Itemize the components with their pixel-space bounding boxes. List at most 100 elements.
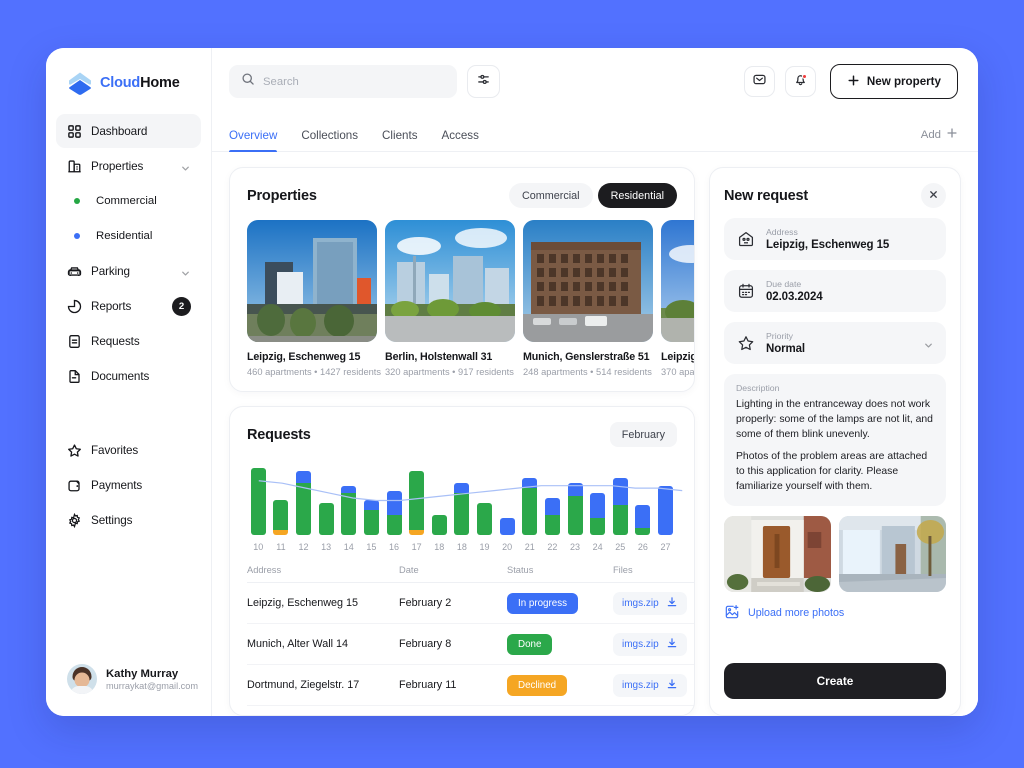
sidebar-item-parking[interactable]: Parking <box>56 254 201 288</box>
sidebar-item-favorites[interactable]: Favorites <box>56 433 201 467</box>
priority-text: Priority Normal <box>766 331 805 355</box>
wallet-icon <box>66 477 82 493</box>
image-plus-icon <box>724 604 740 623</box>
priority-field[interactable]: Priority Normal <box>724 322 946 364</box>
chart-bar <box>432 515 447 535</box>
chart-bar-column <box>315 461 338 535</box>
chart-bar-segment-blue <box>568 483 583 495</box>
tab-clients[interactable]: Clients <box>382 129 417 151</box>
field-label: Due date <box>766 279 823 289</box>
description-field[interactable]: Description Lighting in the entranceway … <box>724 374 946 506</box>
property-card[interactable]: Munich, Genslerstraße 51 248 apartments … <box>523 220 653 377</box>
sidebar-item-properties[interactable]: Properties <box>56 149 201 183</box>
file-download-chip[interactable]: imgs.zip <box>613 674 687 697</box>
property-card[interactable]: Leipzig, Eschenweg 15 460 apartments • 1… <box>247 220 377 377</box>
chart-bar <box>522 478 537 535</box>
chart-x-label: 15 <box>360 542 383 552</box>
chart-bar-segment-green <box>251 468 266 535</box>
file-name: imgs.zip <box>622 598 659 609</box>
cell-status: In progress <box>507 593 613 614</box>
close-button[interactable] <box>921 183 946 208</box>
property-type-toggle: Commercial Residential <box>509 183 677 208</box>
table-row[interactable]: Munich, Alter Wall 14February 8Doneimgs.… <box>247 624 694 665</box>
cloudhome-logo-icon <box>67 70 93 96</box>
topbar: Search <box>212 48 978 115</box>
cell-date: February 2 <box>399 597 507 609</box>
download-icon <box>666 596 678 611</box>
property-thumbnail <box>247 220 377 342</box>
sidebar: CloudHome Dashboard <box>46 48 212 716</box>
chevron-down-icon[interactable] <box>923 338 934 349</box>
due-date-field[interactable]: Due date 02.03.2024 <box>724 270 946 312</box>
chart-bar-segment-blue <box>341 486 356 493</box>
notifications-button[interactable] <box>785 66 816 97</box>
attached-photos <box>724 516 946 592</box>
profile-email: murraykat@gmail.com <box>106 681 198 691</box>
status-badge: In progress <box>507 593 578 614</box>
sidebar-item-dashboard[interactable]: Dashboard <box>56 114 201 148</box>
sidebar-item-settings[interactable]: Settings <box>56 503 201 537</box>
download-icon <box>666 678 678 693</box>
document-icon <box>66 368 82 384</box>
upload-more-photos-button[interactable]: Upload more photos <box>724 604 946 623</box>
cell-date: February 8 <box>399 638 507 650</box>
sidebar-item-label: Parking <box>91 265 130 278</box>
chart-x-label: 27 <box>654 542 677 552</box>
segment-residential[interactable]: Residential <box>598 183 677 208</box>
search-input[interactable]: Search <box>229 65 457 98</box>
chart-x-label: 17 <box>405 542 428 552</box>
sidebar-item-commercial[interactable]: Commercial <box>56 184 201 218</box>
filter-button[interactable] <box>467 65 500 98</box>
new-property-button[interactable]: New property <box>830 64 958 99</box>
sidebar-item-label: Settings <box>91 514 132 527</box>
file-download-chip[interactable]: imgs.zip <box>613 592 687 615</box>
month-selector[interactable]: February <box>610 422 677 447</box>
chart-bar-column <box>338 461 361 535</box>
chart-bar-segment-blue <box>522 478 537 488</box>
envelope-icon <box>752 72 767 92</box>
sidebar-item-payments[interactable]: Payments <box>56 468 201 502</box>
sidebar-item-residential[interactable]: Residential <box>56 219 201 253</box>
photo-thumbnail[interactable] <box>839 516 946 592</box>
chart-bar-segment-green <box>477 503 492 535</box>
sidebar-item-reports[interactable]: Reports 2 <box>56 289 201 323</box>
content-area: Properties Commercial Residential <box>212 152 978 716</box>
cell-files: imgs.zip <box>613 674 687 697</box>
sidebar-item-documents[interactable]: Documents <box>56 359 201 393</box>
status-badge: Done <box>507 634 552 655</box>
tab-overview[interactable]: Overview <box>229 129 277 151</box>
chart-bar-column <box>496 461 519 535</box>
chart-bar-column <box>519 461 542 535</box>
photo-thumbnail[interactable] <box>724 516 831 592</box>
tab-collections[interactable]: Collections <box>301 129 358 151</box>
brand-logo-area[interactable]: CloudHome <box>56 48 201 114</box>
address-text: Address Leipzig, Eschenweg 15 <box>766 227 889 251</box>
property-card[interactable]: Berlin, Holstenwall 31 320 apartments • … <box>385 220 515 377</box>
property-name: Leipzig, Eschenweg 15 <box>247 351 377 363</box>
address-field[interactable]: Address Leipzig, Eschenweg 15 <box>724 218 946 260</box>
chart-bar-segment-blue <box>454 483 469 493</box>
add-tab-button[interactable]: Add <box>921 127 958 151</box>
properties-header: Properties Commercial Residential <box>247 183 694 208</box>
table-row[interactable]: Leipzig, Eschenweg 15February 2In progre… <box>247 583 694 624</box>
field-value: 02.03.2024 <box>766 291 823 303</box>
chart-bar-segment-blue <box>590 493 605 518</box>
column-header-status: Status <box>507 565 613 575</box>
sidebar-item-label: Payments <box>91 479 142 492</box>
property-card[interactable]: Leipzig, K… 370 apartm… <box>661 220 695 377</box>
chart-bar <box>341 486 356 535</box>
chart-bar-column <box>360 461 383 535</box>
segment-commercial[interactable]: Commercial <box>509 183 593 208</box>
table-row[interactable]: Dortmund, Ziegelstr. 17February 11Declin… <box>247 665 694 706</box>
main-area: Search <box>212 48 978 716</box>
sidebar-item-requests[interactable]: Requests <box>56 324 201 358</box>
cell-files: imgs.zip <box>613 633 687 656</box>
user-profile[interactable]: Kathy Murray murraykat@gmail.com <box>56 664 201 716</box>
chart-bar <box>319 503 334 535</box>
create-button[interactable]: Create <box>724 663 946 699</box>
tab-access[interactable]: Access <box>442 129 479 151</box>
file-download-chip[interactable]: imgs.zip <box>613 633 687 656</box>
chevron-down-icon <box>180 161 191 172</box>
cell-date: February 11 <box>399 679 507 691</box>
mail-button[interactable] <box>744 66 775 97</box>
